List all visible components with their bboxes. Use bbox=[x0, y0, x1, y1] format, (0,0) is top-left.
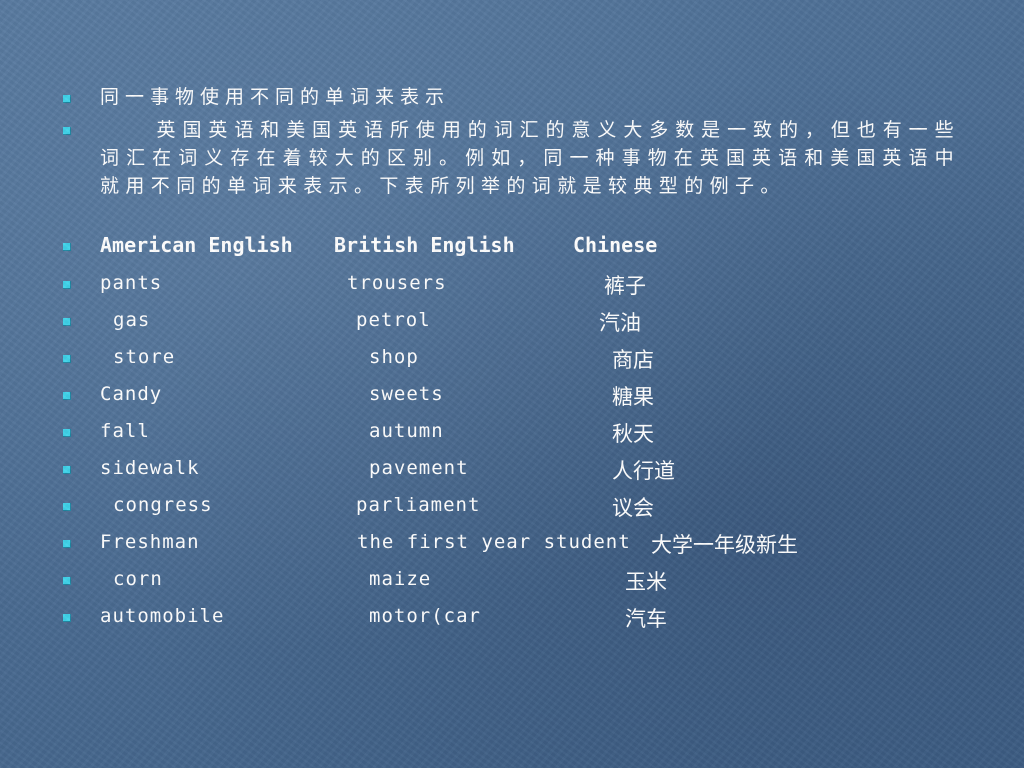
header-american: American English bbox=[100, 233, 293, 257]
slide: 同一事物使用不同的单词来表示 英国英语和美国英语所使用的词汇的意义大多数是一致的… bbox=[0, 0, 1024, 768]
row-chinese: 秋天 bbox=[612, 422, 654, 446]
row-british: petrol bbox=[356, 309, 431, 331]
row-chinese: 裤子 bbox=[604, 274, 646, 298]
bullet-marker bbox=[63, 281, 71, 289]
bullet-marker bbox=[63, 429, 71, 437]
bullet-marker bbox=[63, 95, 71, 103]
header-chinese: Chinese bbox=[573, 233, 658, 257]
row-american: pants bbox=[100, 272, 163, 294]
bullet-marker bbox=[63, 392, 71, 400]
row-chinese: 大学一年级新生 bbox=[651, 533, 798, 557]
header-british: British English bbox=[334, 233, 515, 257]
row-american: store bbox=[113, 346, 176, 368]
row-british: pavement bbox=[369, 457, 469, 479]
row-chinese: 议会 bbox=[612, 496, 654, 520]
row-british: autumn bbox=[369, 420, 444, 442]
row-chinese: 玉米 bbox=[625, 570, 667, 594]
row-british: shop bbox=[369, 346, 419, 368]
bullet-marker bbox=[63, 614, 71, 622]
bullet-marker bbox=[63, 318, 71, 326]
row-british: motor(car bbox=[369, 605, 481, 627]
row-chinese: 糖果 bbox=[612, 385, 654, 409]
row-british: the first year student bbox=[357, 531, 631, 553]
row-american: Candy bbox=[100, 383, 163, 405]
bullet-text-intro: 同一事物使用不同的单词来表示 bbox=[100, 86, 451, 108]
row-american: fall bbox=[100, 420, 150, 442]
row-chinese: 汽油 bbox=[599, 311, 641, 335]
row-american: corn bbox=[113, 568, 163, 590]
slide-content: 同一事物使用不同的单词来表示 英国英语和美国英语所使用的词汇的意义大多数是一致的… bbox=[0, 0, 1024, 768]
paragraph-text: 英国英语和美国英语所使用的词汇的意义大多数是一致的，但也有一些词汇在词义存在着较… bbox=[100, 119, 960, 197]
row-american: gas bbox=[113, 309, 151, 331]
row-british: parliament bbox=[356, 494, 481, 516]
bullet-text-paragraph: 英国英语和美国英语所使用的词汇的意义大多数是一致的，但也有一些词汇在词义存在着较… bbox=[100, 116, 960, 200]
row-american: automobile bbox=[100, 605, 225, 627]
row-american: Freshman bbox=[100, 531, 200, 553]
row-british: trousers bbox=[347, 272, 447, 294]
row-british: sweets bbox=[369, 383, 444, 405]
bullet-marker bbox=[63, 243, 71, 251]
row-chinese: 商店 bbox=[612, 348, 654, 372]
row-american: sidewalk bbox=[100, 457, 200, 479]
row-british: maize bbox=[369, 568, 432, 590]
row-chinese: 汽车 bbox=[625, 607, 667, 631]
bullet-marker bbox=[63, 466, 71, 474]
row-chinese: 人行道 bbox=[612, 459, 675, 483]
bullet-marker bbox=[63, 503, 71, 511]
bullet-marker bbox=[63, 127, 71, 135]
bullet-marker bbox=[63, 355, 71, 363]
bullet-marker bbox=[63, 540, 71, 548]
bullet-marker bbox=[63, 577, 71, 585]
row-american: congress bbox=[113, 494, 213, 516]
